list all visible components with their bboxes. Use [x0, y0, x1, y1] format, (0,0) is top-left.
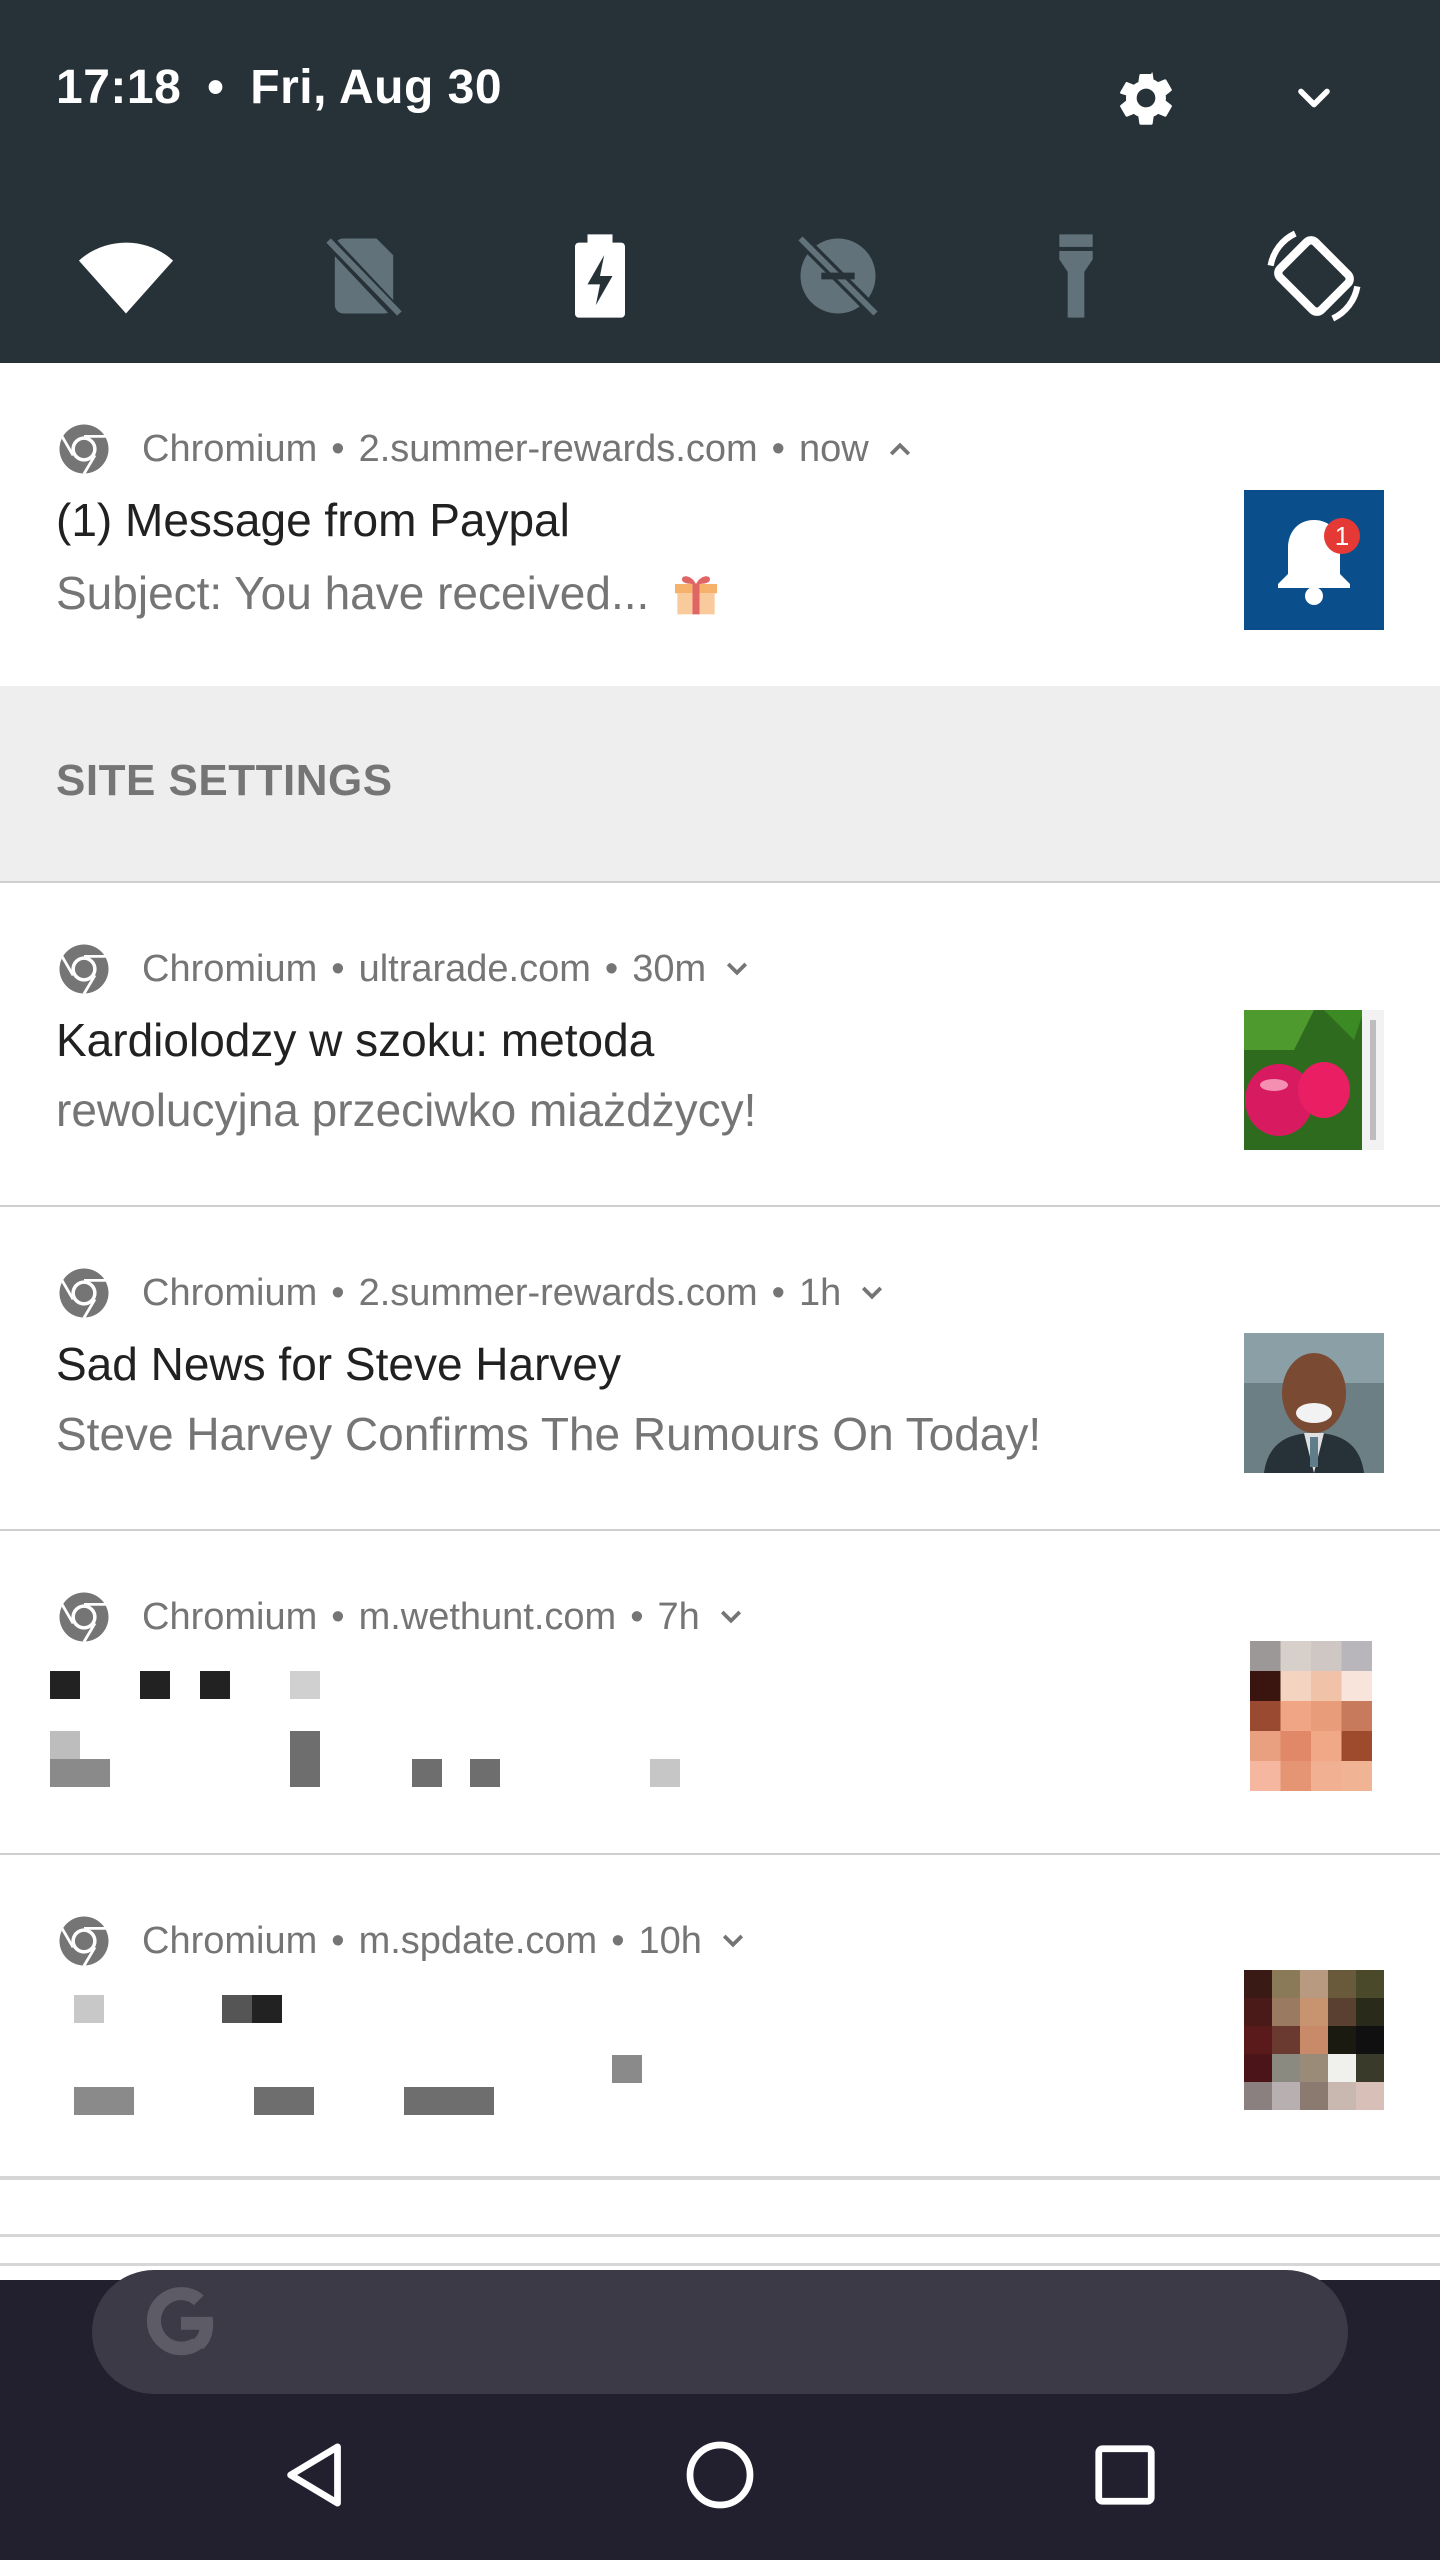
notification-body-text: Subject: You have received... — [56, 567, 650, 619]
data-saver-off-icon[interactable] — [788, 226, 888, 326]
chevron-down-icon[interactable] — [718, 1926, 748, 1956]
notification-app: Chromium — [142, 1595, 318, 1638]
notification-header: Chromium • m.spdate.com • 10h — [56, 1913, 748, 1969]
notification-thumbnail — [1244, 1970, 1384, 2110]
notification-time: 7h — [657, 1595, 700, 1638]
notification-thumbnail — [1244, 1333, 1384, 1473]
notification-time: 30m — [632, 947, 707, 990]
notification-card-ultrarade[interactable]: Chromium • ultrarade.com • 30m Kardiolod… — [0, 883, 1440, 1205]
chevron-up-icon[interactable] — [885, 434, 915, 464]
site-settings-label: SITE SETTINGS — [56, 756, 393, 805]
chromium-icon — [59, 424, 109, 475]
google-g-icon[interactable] — [138, 2280, 224, 2366]
notification-time: 1h — [798, 1271, 842, 1314]
notification-body: Steve Harvey Confirms The Rumours On Tod… — [56, 1408, 1042, 1460]
site-settings-button[interactable]: SITE SETTINGS — [0, 686, 1440, 882]
status-datetime: 17:18 • Fri, Aug 30 — [56, 60, 502, 115]
notification-time: 10h — [638, 1919, 702, 1962]
notification-title: Sad News for Steve Harvey — [56, 1338, 622, 1390]
back-icon[interactable] — [270, 2430, 360, 2520]
chromium-icon — [59, 1916, 109, 1967]
notification-title: (1) Message from Paypal — [56, 494, 570, 546]
redacted-text — [50, 1671, 680, 1787]
notification-time: now — [798, 427, 869, 470]
notification-app: Chromium — [142, 427, 318, 470]
notification-badge: 1 — [1334, 521, 1350, 551]
chevron-down-icon[interactable] — [857, 1278, 887, 1308]
stacked-card — [0, 2180, 1440, 2234]
stacked-card — [0, 2237, 1440, 2263]
flashlight-icon[interactable] — [1026, 226, 1126, 326]
google-search-bar[interactable] — [92, 2270, 1348, 2394]
chromium-icon — [59, 1268, 109, 1319]
notification-site: ultrarade.com — [358, 947, 591, 990]
status-time: 17:18 — [56, 61, 182, 114]
portrait-image — [1244, 1333, 1384, 1473]
notification-site: m.wethunt.com — [358, 1595, 617, 1638]
home-icon[interactable] — [675, 2430, 765, 2520]
chevron-down-icon[interactable] — [716, 1602, 746, 1632]
notification-header: Chromium • ultrarade.com • 30m — [56, 941, 752, 997]
recents-icon[interactable] — [1080, 2430, 1170, 2520]
pixelated-portrait-image — [1250, 1641, 1372, 1791]
notification-thumbnail — [1244, 1010, 1384, 1150]
gear-icon[interactable] — [1114, 66, 1178, 130]
notification-app: Chromium — [142, 947, 318, 990]
status-separator: • — [207, 61, 225, 114]
notification-site: 2.summer-rewards.com — [358, 427, 758, 470]
notification-body: Subject: You have received... — [56, 563, 724, 620]
chromium-icon — [59, 1592, 109, 1643]
card-shadow — [0, 2263, 1440, 2266]
notification-card-steve-harvey[interactable]: Chromium • 2.summer-rewards.com • 1h Sad… — [0, 1207, 1440, 1529]
redacted-text — [74, 1995, 642, 2115]
battery-charging-icon[interactable] — [550, 226, 650, 326]
notification-title: Kardiolodzy w szoku: metoda — [56, 1014, 655, 1066]
notification-site: m.spdate.com — [358, 1919, 598, 1962]
notification-body: rewolucyjna przeciwko miażdżycy! — [56, 1084, 757, 1136]
no-sim-icon[interactable] — [314, 226, 414, 326]
notification-card-paypal[interactable]: Chromium • 2.summer-rewards.com • now (1… — [0, 363, 1440, 686]
notification-card-spdate[interactable]: Chromium • m.spdate.com • 10h — [0, 1855, 1440, 2177]
notification-header: Chromium • m.wethunt.com • 7h — [56, 1589, 746, 1645]
drink-image — [1244, 1010, 1384, 1150]
notification-thumbnail: 1 — [1244, 490, 1384, 630]
wifi-icon[interactable] — [76, 226, 176, 326]
notification-app: Chromium — [142, 1919, 318, 1962]
pixelated-portrait-image — [1244, 1970, 1384, 2110]
status-date: Fri, Aug 30 — [250, 61, 503, 114]
notification-header: Chromium • 2.summer-rewards.com • 1h — [56, 1265, 887, 1321]
notification-site: 2.summer-rewards.com — [358, 1271, 758, 1314]
notification-card-wethunt[interactable]: Chromium • m.wethunt.com • 7h — [0, 1531, 1440, 1853]
chevron-down-icon[interactable] — [722, 954, 752, 984]
notification-app: Chromium — [142, 1271, 318, 1314]
quick-settings-panel: 17:18 • Fri, Aug 30 — [0, 0, 1440, 363]
chromium-icon — [59, 944, 109, 995]
chevron-down-icon[interactable] — [1284, 72, 1344, 124]
notification-thumbnail — [1250, 1641, 1372, 1791]
bell-icon — [1278, 518, 1360, 605]
notification-header: Chromium • 2.summer-rewards.com • now — [56, 421, 915, 477]
auto-rotate-icon[interactable] — [1264, 226, 1364, 326]
gift-icon — [675, 576, 718, 615]
